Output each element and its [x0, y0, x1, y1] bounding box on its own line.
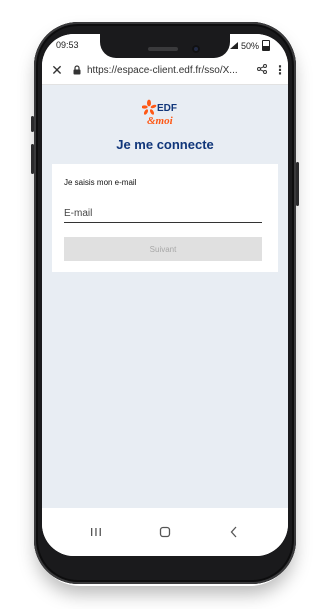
- page-title: Je me connecte: [116, 137, 214, 152]
- android-nav-bar: [42, 508, 288, 556]
- status-time: 09:53: [56, 40, 79, 50]
- close-icon[interactable]: ✕: [42, 62, 72, 79]
- signal-icon: [229, 42, 238, 49]
- share-icon[interactable]: [252, 63, 272, 77]
- volume-down-button: [31, 144, 34, 174]
- speaker: [148, 47, 178, 51]
- svg-text:EDF: EDF: [157, 103, 177, 114]
- url-text[interactable]: https://espace-client.edf.fr/sso/X...: [87, 65, 252, 76]
- battery-icon: [262, 40, 270, 51]
- volume-up-button: [31, 116, 34, 132]
- svg-text:&moi: &moi: [147, 115, 174, 127]
- phone-screen: 09:53 50% ✕ https://espace-client.edf.fr…: [42, 34, 288, 556]
- next-button[interactable]: Suivant: [64, 237, 262, 261]
- home-icon[interactable]: [153, 522, 177, 542]
- browser-url-bar: ✕ https://espace-client.edf.fr/sso/X... …: [42, 56, 288, 85]
- more-vert-icon[interactable]: ⋮: [272, 63, 288, 77]
- camera: [192, 45, 200, 53]
- page-content: EDF &moi Je me connecte Je saisis mon e-…: [42, 85, 288, 508]
- login-card: Je saisis mon e-mail Suivant: [52, 164, 278, 272]
- edf-logo: EDF &moi: [141, 99, 188, 127]
- recents-icon[interactable]: [84, 522, 108, 542]
- lock-icon: [73, 65, 81, 75]
- email-field[interactable]: [64, 204, 262, 223]
- power-button: [296, 162, 299, 206]
- email-label: Je saisis mon e-mail: [64, 178, 137, 187]
- back-icon[interactable]: [222, 522, 246, 542]
- notch: [100, 34, 230, 58]
- battery-percent: 50%: [240, 40, 259, 51]
